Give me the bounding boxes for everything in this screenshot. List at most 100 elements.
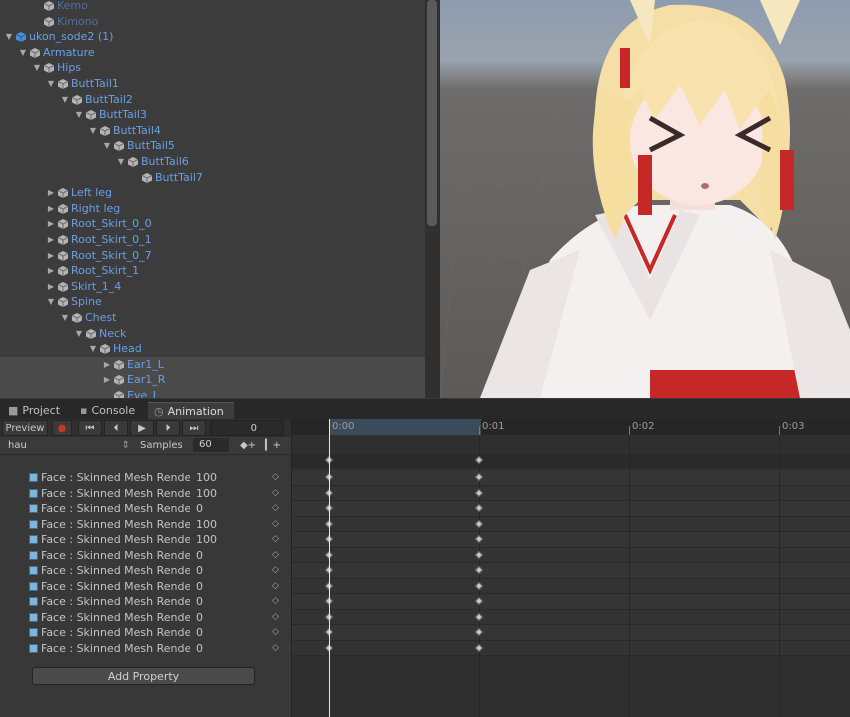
hierarchy-item[interactable]: ▼ Head (0, 341, 425, 357)
expand-arrow-icon[interactable]: ▼ (60, 310, 70, 326)
hierarchy-scroll-thumb[interactable] (427, 0, 437, 226)
hierarchy-item[interactable]: Kimono (0, 14, 425, 30)
property-value[interactable]: 100 (196, 470, 217, 486)
hierarchy-item[interactable]: ▶ Root_Skirt_0_7 (0, 248, 425, 264)
hierarchy-item[interactable]: ▼ ButtTail5 (0, 138, 425, 154)
hierarchy-item[interactable]: ▶ Ear1_R (0, 372, 425, 388)
hierarchy-item[interactable]: ▼ Neck (0, 326, 425, 342)
expand-arrow-icon[interactable]: ▼ (88, 123, 98, 139)
collapse-arrow-icon[interactable]: ▶ (46, 232, 56, 248)
property-value[interactable]: 100 (196, 486, 217, 502)
property-value[interactable]: 0 (196, 625, 203, 641)
property-value[interactable]: 0 (196, 610, 203, 626)
property-row[interactable]: Face : Skinned Mesh Renderer 100 ◇ (0, 470, 291, 486)
property-row[interactable]: Face : Skinned Mesh Renderer 100 ◇ (0, 517, 291, 533)
property-value[interactable]: 0 (196, 579, 203, 595)
keyframe-toggle-icon[interactable]: ◇ (272, 563, 279, 579)
playhead[interactable] (329, 419, 330, 717)
last-keyframe-button[interactable]: ⏭ (182, 420, 206, 436)
property-row[interactable]: Face : Skinned Mesh Renderer 0 ◇ (0, 625, 291, 641)
play-button[interactable]: ▶ (130, 420, 154, 436)
keyframe-toggle-icon[interactable]: ◇ (272, 501, 279, 517)
tab-project[interactable]: ■ Project (2, 402, 68, 419)
hierarchy-item[interactable]: ▼ ButtTail6 (0, 154, 425, 170)
add-keyframe-button[interactable]: ◆+ (238, 438, 258, 453)
property-row[interactable]: Face : Skinned Mesh Renderer 0 ◇ (0, 579, 291, 595)
dopesheet-timeline[interactable]: 0:00 0:01 0:02 0:03 (291, 419, 850, 717)
collapse-arrow-icon[interactable]: ▶ (102, 372, 112, 388)
record-button[interactable]: ● (52, 420, 72, 436)
collapse-arrow-icon[interactable]: ▶ (46, 201, 56, 217)
preview-button[interactable]: Preview (2, 420, 48, 436)
collapse-arrow-icon[interactable]: ▶ (46, 216, 56, 232)
expand-arrow-icon[interactable]: ▼ (60, 92, 70, 108)
keyframe-toggle-icon[interactable]: ◇ (272, 532, 279, 548)
first-keyframe-button[interactable]: ⏮ (78, 420, 102, 436)
property-row[interactable]: Face : Skinned Mesh Renderer 0 ◇ (0, 563, 291, 579)
hierarchy-item[interactable]: ▼ ukon_sode2 (1) (0, 29, 425, 45)
scene-view[interactable] (440, 0, 850, 398)
property-row[interactable]: Face : Skinned Mesh Renderer 0 ◇ (0, 594, 291, 610)
hierarchy-item[interactable]: ▶ Root_Skirt_0_1 (0, 232, 425, 248)
expand-arrow-icon[interactable]: ▼ (88, 341, 98, 357)
frame-field[interactable]: 0 (210, 420, 284, 436)
hierarchy-scrollbar[interactable] (425, 0, 440, 398)
tab-animation[interactable]: ◷ Animation (148, 402, 234, 419)
property-row[interactable]: Face : Skinned Mesh Renderer 0 ◇ (0, 641, 291, 657)
hierarchy-item[interactable]: ▶ Right leg (0, 201, 425, 217)
keyframe-toggle-icon[interactable]: ◇ (272, 517, 279, 533)
collapse-arrow-icon[interactable]: ▶ (46, 263, 56, 279)
keyframe-toggle-icon[interactable]: ◇ (272, 594, 279, 610)
expand-arrow-icon[interactable]: ▼ (46, 76, 56, 92)
time-ruler[interactable]: 0:00 0:01 0:02 0:03 (292, 419, 850, 435)
clip-dropdown[interactable]: hau ⇕ (4, 438, 132, 453)
expand-arrow-icon[interactable]: ▼ (32, 60, 42, 76)
collapse-arrow-icon[interactable]: ▶ (46, 185, 56, 201)
collapse-arrow-icon[interactable]: ▶ (46, 279, 56, 295)
hierarchy-item[interactable]: ▼ Spine (0, 294, 425, 310)
property-value[interactable]: 0 (196, 501, 203, 517)
hierarchy-item[interactable]: ▼ ButtTail4 (0, 123, 425, 139)
property-value[interactable]: 0 (196, 548, 203, 564)
hierarchy-item[interactable]: ButtTail7 (0, 170, 425, 186)
hierarchy-item[interactable]: ▼ ButtTail1 (0, 76, 425, 92)
prev-keyframe-button[interactable]: ⏴ (104, 420, 128, 436)
expand-arrow-icon[interactable]: ▼ (74, 326, 84, 342)
property-value[interactable]: 0 (196, 641, 203, 657)
expand-arrow-icon[interactable]: ▼ (46, 294, 56, 310)
property-value[interactable]: 100 (196, 532, 217, 548)
property-row[interactable]: Face : Skinned Mesh Renderer 0 ◇ (0, 548, 291, 564)
expand-arrow-icon[interactable]: ▼ (74, 107, 84, 123)
hierarchy-item[interactable]: ▶ Skirt_1_4 (0, 279, 425, 295)
property-value[interactable]: 0 (196, 563, 203, 579)
property-row[interactable]: Face : Skinned Mesh Renderer 0 ◇ (0, 610, 291, 626)
keyframe-toggle-icon[interactable]: ◇ (272, 486, 279, 502)
property-row[interactable]: Face : Skinned Mesh Renderer 100 ◇ (0, 486, 291, 502)
hierarchy-item[interactable]: ▼ Hips (0, 60, 425, 76)
samples-field[interactable]: 60 (193, 438, 229, 452)
keyframe-toggle-icon[interactable]: ◇ (272, 548, 279, 564)
hierarchy-item[interactable]: Kemo (0, 0, 425, 14)
hierarchy-item[interactable]: ▶ Root_Skirt_1 (0, 263, 425, 279)
keyframe-toggle-icon[interactable]: ◇ (272, 641, 279, 657)
next-keyframe-button[interactable]: ⏵ (156, 420, 180, 436)
expand-arrow-icon[interactable]: ▼ (18, 45, 28, 61)
property-value[interactable]: 0 (196, 594, 203, 610)
hierarchy-item[interactable]: ▶ Root_Skirt_0_0 (0, 216, 425, 232)
property-row[interactable]: Face : Skinned Mesh Renderer 0 ◇ (0, 501, 291, 517)
tab-console[interactable]: ▪ Console (74, 402, 146, 419)
hierarchy-item[interactable]: ▼ Armature (0, 45, 425, 61)
keyframe-toggle-icon[interactable]: ◇ (272, 610, 279, 626)
hierarchy-item[interactable]: ▼ Chest (0, 310, 425, 326)
keyframe-toggle-icon[interactable]: ◇ (272, 579, 279, 595)
hierarchy-item[interactable]: ▼ ButtTail3 (0, 107, 425, 123)
expand-arrow-icon[interactable]: ▼ (102, 138, 112, 154)
hierarchy-item[interactable]: ▶ Left leg (0, 185, 425, 201)
hierarchy-item[interactable]: ▶ Ear1_L (0, 356, 425, 373)
add-event-button[interactable]: ▎+ (263, 438, 283, 453)
collapse-arrow-icon[interactable]: ▶ (46, 248, 56, 264)
hierarchy-item[interactable]: Eye_L (0, 388, 425, 398)
collapse-arrow-icon[interactable]: ▶ (102, 357, 112, 373)
hierarchy-item[interactable]: ▼ ButtTail2 (0, 92, 425, 108)
keyframe-toggle-icon[interactable]: ◇ (272, 625, 279, 641)
